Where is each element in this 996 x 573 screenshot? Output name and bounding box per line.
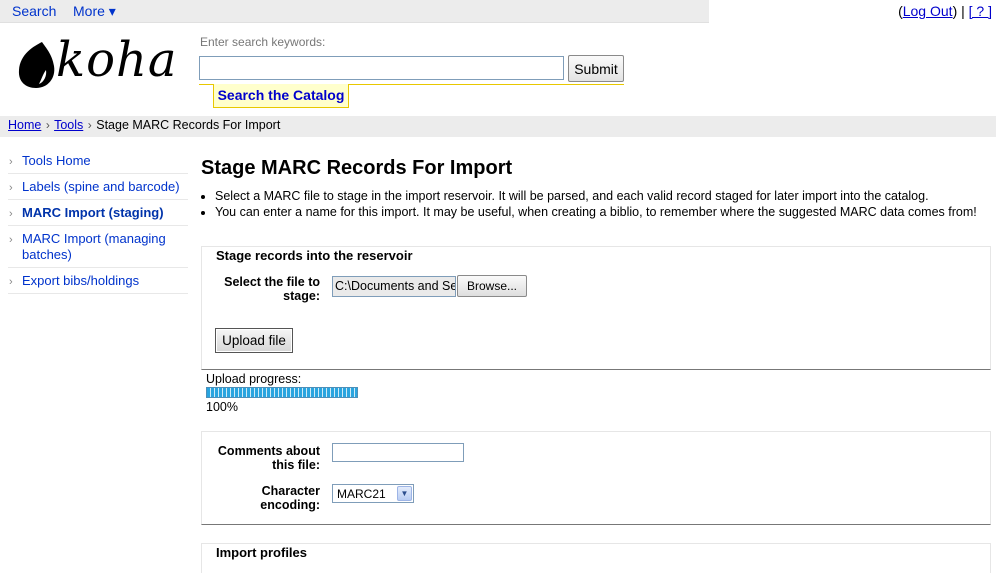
sidebar-item-marc-import-staging[interactable]: › MARC Import (staging)	[8, 204, 188, 226]
encoding-value: MARC21	[337, 487, 386, 501]
breadcrumb: Home › Tools › Stage MARC Records For Im…	[0, 116, 996, 137]
upload-progress-bar	[206, 387, 358, 398]
breadcrumb-tools[interactable]: Tools	[54, 118, 83, 132]
breadcrumb-separator: ›	[87, 118, 92, 132]
intro-item: You can enter a name for this import. It…	[215, 205, 991, 220]
sidebar-item-label[interactable]: Labels (spine and barcode)	[22, 179, 180, 194]
logout-link[interactable]: Log Out	[903, 3, 953, 19]
upload-file-button[interactable]: Upload file	[215, 328, 293, 353]
intro-item: Select a MARC file to stage in the impor…	[215, 189, 991, 204]
sidebar-item-label[interactable]: MARC Import (staging)	[22, 205, 164, 220]
sidebar-item-tools-home[interactable]: › Tools Home	[8, 152, 188, 174]
comments-input[interactable]	[332, 443, 464, 462]
comments-label: Comments about this file:	[217, 444, 320, 472]
chevron-right-icon: ›	[9, 234, 13, 246]
chevron-right-icon: ›	[9, 182, 13, 194]
stage-legend: Stage records into the reservoir	[216, 248, 413, 263]
sidebar-item-label[interactable]: MARC Import (managing batches)	[22, 231, 166, 262]
sidebar-item-marc-import-managing[interactable]: › MARC Import (managing batches)	[8, 230, 188, 268]
logo-text: koha	[56, 32, 178, 88]
chevron-down-icon[interactable]: ▼	[397, 486, 412, 501]
file-path-field[interactable]: C:\Documents and Se	[332, 276, 456, 297]
breadcrumb-current: Stage MARC Records For Import	[96, 118, 281, 132]
page-title: Stage MARC Records For Import	[201, 157, 513, 179]
sidebar-item-label[interactable]: Tools Home	[22, 153, 91, 168]
link-separator: ) |	[952, 3, 969, 19]
tab-search-catalog[interactable]: Search the Catalog	[213, 84, 349, 108]
chevron-right-icon: ›	[9, 208, 13, 220]
stage-records-fieldset: Stage records into the reservoir Select …	[201, 246, 991, 370]
submit-button[interactable]: Submit	[568, 55, 624, 82]
help-link[interactable]: [ ? ]	[969, 3, 992, 19]
browse-button[interactable]: Browse...	[457, 275, 527, 297]
chevron-right-icon: ›	[9, 156, 13, 168]
encoding-label: Character encoding:	[260, 484, 320, 512]
encoding-select[interactable]: MARC21 ▼	[332, 484, 414, 503]
sidebar-nav: › Tools Home › Labels (spine and barcode…	[8, 152, 188, 298]
koha-logo[interactable]: koha	[16, 32, 177, 92]
search-hint: Enter search keywords:	[200, 35, 326, 49]
search-input[interactable]	[199, 56, 564, 80]
user-links: (Log Out) | [ ? ]	[898, 3, 992, 19]
breadcrumb-separator: ›	[45, 118, 50, 132]
nav-more-menu[interactable]: More ▾	[73, 3, 116, 20]
breadcrumb-home[interactable]: Home	[8, 118, 41, 132]
sidebar-item-export[interactable]: › Export bibs/holdings	[8, 272, 188, 294]
progress-fill	[207, 388, 357, 397]
upload-progress-percent: 100%	[206, 400, 238, 414]
intro-list: Select a MARC file to stage in the impor…	[201, 189, 991, 221]
profiles-legend: Import profiles	[216, 545, 308, 560]
chevron-right-icon: ›	[9, 276, 13, 288]
sidebar-item-labels[interactable]: › Labels (spine and barcode)	[8, 178, 188, 200]
comments-fieldset: Comments about this file: Character enco…	[201, 431, 991, 525]
file-label: Select the file to stage:	[224, 275, 320, 303]
import-profiles-fieldset: Import profiles	[201, 543, 991, 573]
top-nav-bar: Search More ▾	[0, 0, 709, 23]
sidebar-item-label[interactable]: Export bibs/holdings	[22, 273, 139, 288]
koha-drop-icon	[18, 42, 55, 88]
nav-search-link[interactable]: Search	[12, 3, 56, 19]
upload-progress-label: Upload progress:	[206, 372, 302, 386]
